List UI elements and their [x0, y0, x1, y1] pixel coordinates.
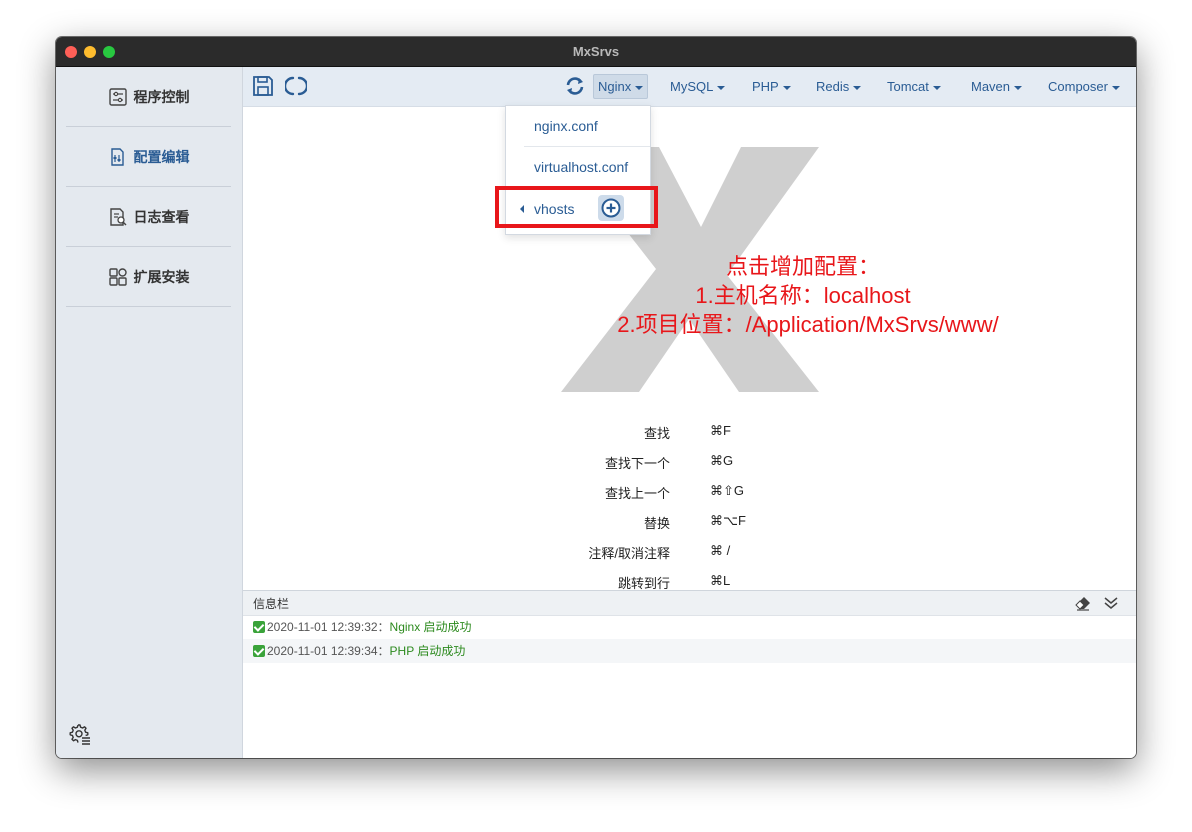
menu-label: Maven	[971, 79, 1011, 94]
log-message: PHP 启动成功	[389, 644, 466, 658]
menu-tomcat[interactable]: Tomcat	[883, 75, 945, 98]
shortcut-label: 查找	[643, 426, 670, 441]
sidebar-item-config-edit[interactable]: 配置编辑	[66, 127, 231, 187]
sidebar-item-label: 程序控制	[133, 88, 190, 105]
config-edit-icon	[110, 147, 124, 166]
chevron-down-icon	[1014, 85, 1023, 90]
sidebar-item-extensions[interactable]: 扩展安装	[66, 247, 231, 307]
eraser-icon[interactable]	[1075, 595, 1091, 611]
sidebar-item-program-control[interactable]: 程序控制	[66, 67, 231, 127]
reload-icon[interactable]	[285, 75, 307, 97]
app-window: MxSrvs 程序控制 配置编辑 日志查看 扩展安装 Nginx MySQL P…	[56, 37, 1136, 758]
menu-maven[interactable]: Maven	[967, 75, 1026, 98]
menu-item-label: vhosts	[534, 201, 575, 217]
annotation-hostname: 1.主机名称：localhost	[695, 283, 911, 308]
menu-item-vhosts[interactable]: vhosts	[506, 189, 650, 229]
menu-item-virtualhost-conf[interactable]: virtualhost.conf	[506, 147, 650, 187]
nginx-dropdown-menu: nginx.conf virtualhost.conf vhosts	[505, 105, 651, 235]
shortcut-label: 替换	[643, 516, 670, 531]
chevron-down-icon	[717, 85, 726, 90]
menu-composer[interactable]: Composer	[1044, 75, 1124, 98]
add-vhost-button[interactable]	[598, 195, 624, 221]
shortcut-label: 跳转到行	[617, 576, 670, 590]
chevron-down-icon	[932, 85, 941, 90]
menu-label: Nginx	[598, 79, 632, 94]
shortcut-key: ⌘G	[710, 453, 734, 468]
shortcut-key: ⌘ /	[710, 543, 731, 558]
shortcut-label: 查找下一个	[604, 456, 670, 471]
log-view-icon	[109, 207, 126, 226]
settings-gear-icon[interactable]	[68, 722, 92, 746]
log-message: Nginx 启动成功	[389, 620, 472, 634]
chevron-down-icon	[635, 85, 644, 90]
shortcut-label: 注释/取消注释	[588, 546, 670, 561]
shortcut-key: ⌘⌥F	[710, 513, 746, 528]
chevron-down-icon	[782, 85, 791, 90]
menu-label: Composer	[1048, 79, 1108, 94]
shortcut-row: 查找 ⌘F	[546, 423, 746, 443]
double-chevron-down-icon[interactable]	[1103, 595, 1119, 611]
checkbox-checked-icon	[253, 621, 265, 633]
chevron-down-icon	[853, 85, 862, 90]
log-time: 2020-11-01 12:39:32：	[267, 620, 390, 634]
title-bar: MxSrvs	[56, 37, 1136, 67]
sidebar-item-label: 扩展安装	[133, 268, 190, 285]
shortcut-row: 查找上一个 ⌘⇧G	[546, 483, 746, 503]
editor-area[interactable]: 点击增加配置： 1.主机名称：localhost 2.项目位置：/Applica…	[243, 107, 1136, 590]
shortcut-label: 查找上一个	[604, 486, 670, 501]
toolbar: Nginx MySQL PHP Redis Tomcat Maven Compo…	[243, 67, 1136, 107]
sidebar-item-label: 日志查看	[133, 208, 190, 225]
log-entry: 2020-11-01 12:39:34：PHP 启动成功	[243, 639, 1136, 663]
menu-redis[interactable]: Redis	[812, 75, 865, 98]
shortcut-row: 查找下一个 ⌘G	[546, 453, 746, 473]
plus-circle-icon	[601, 198, 621, 218]
info-bar-title: 信息栏	[253, 597, 290, 611]
extensions-icon	[108, 267, 127, 286]
window-title: MxSrvs	[572, 44, 620, 59]
main-panel: Nginx MySQL PHP Redis Tomcat Maven Compo…	[243, 67, 1136, 758]
sync-icon[interactable]	[564, 75, 586, 97]
log-entry: 2020-11-01 12:39:32：Nginx 启动成功	[243, 615, 1136, 639]
shortcut-row: 替换 ⌘⌥F	[546, 513, 746, 533]
menu-label: PHP	[752, 79, 779, 94]
info-bar: 信息栏	[243, 590, 1136, 616]
annotation-title: 点击增加配置：	[725, 254, 880, 279]
menu-php[interactable]: PHP	[748, 75, 795, 98]
menu-nginx[interactable]: Nginx	[593, 74, 649, 99]
sidebar: 程序控制 配置编辑 日志查看 扩展安装	[56, 67, 243, 758]
shortcut-key: ⌘L	[710, 573, 731, 588]
save-icon[interactable]	[252, 75, 274, 97]
sidebar-item-label: 配置编辑	[133, 148, 190, 165]
menu-label: Tomcat	[887, 79, 929, 94]
shortcut-key: ⌘F	[710, 423, 731, 438]
checkbox-checked-icon	[253, 645, 265, 657]
log-time: 2020-11-01 12:39:34：	[267, 644, 390, 658]
shortcut-row: 跳转到行 ⌘L	[546, 573, 746, 590]
chevron-left-icon	[520, 205, 524, 213]
sliders-icon	[108, 87, 127, 106]
menu-label: MySQL	[670, 79, 714, 94]
menu-item-nginx-conf[interactable]: nginx.conf	[506, 106, 650, 146]
shortcut-row: 注释/取消注释 ⌘ /	[546, 543, 746, 563]
menu-label: Redis	[816, 79, 850, 94]
menu-mysql[interactable]: MySQL	[666, 75, 729, 98]
annotation-project-path: 2.项目位置：/Application/MxSrvs/www/	[617, 312, 999, 337]
chevron-down-icon	[1111, 85, 1120, 90]
shortcut-key: ⌘⇧G	[710, 483, 745, 498]
sidebar-item-log-view[interactable]: 日志查看	[66, 187, 231, 247]
